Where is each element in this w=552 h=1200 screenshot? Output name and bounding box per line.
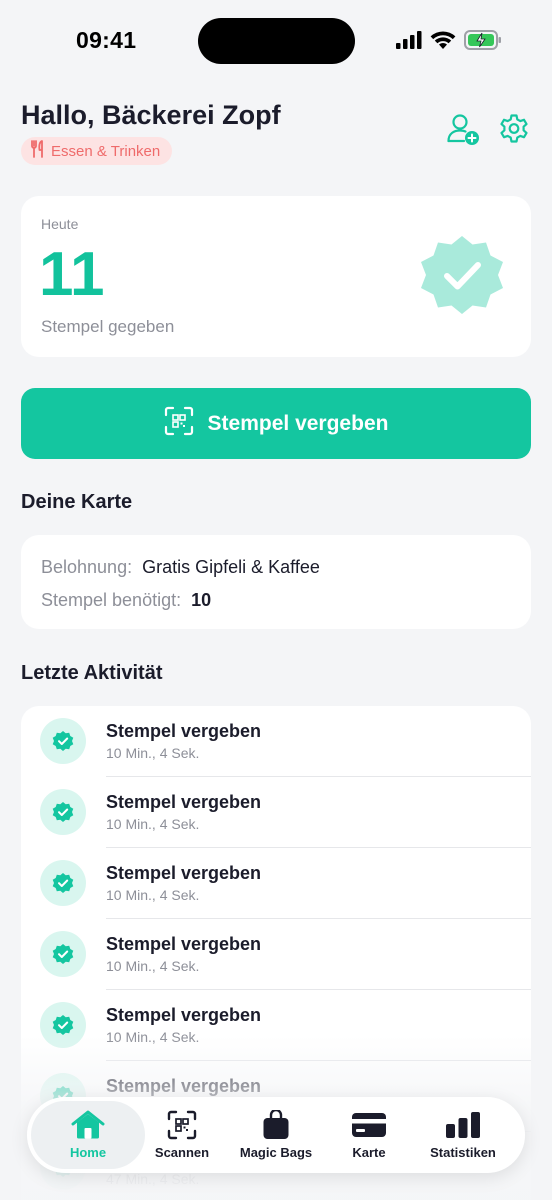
activity-title: Stempel vergeben bbox=[106, 792, 262, 812]
check-icon bbox=[40, 860, 86, 906]
stamps-required-value: 10 bbox=[191, 590, 212, 610]
today-subtitle: Stempel gegeben bbox=[41, 317, 175, 336]
bag-icon bbox=[262, 1110, 290, 1140]
activity-title: Stempel vergeben bbox=[106, 1076, 262, 1096]
today-stamp-count: 11 bbox=[39, 240, 105, 309]
activity-time: 10 Min., 4 Sek. bbox=[106, 816, 200, 832]
activity-title: Stempel vergeben bbox=[106, 721, 262, 741]
tab-home-label: Home bbox=[69, 1145, 107, 1160]
card-section-title: Deine Karte bbox=[21, 491, 133, 513]
tab-statistics[interactable]: Statistiken bbox=[413, 1101, 513, 1169]
page-title: Hallo, Bäckerei Zopf bbox=[21, 100, 281, 130]
gear-icon bbox=[498, 113, 530, 150]
tab-card-label: Karte bbox=[352, 1145, 386, 1160]
check-icon bbox=[40, 931, 86, 977]
tab-scan-label: Scannen bbox=[154, 1145, 210, 1160]
activity-item[interactable]: Stempel vergeben 10 Min., 4 Sek. bbox=[21, 919, 531, 990]
cutlery-icon bbox=[31, 140, 45, 162]
activity-item[interactable]: Stempel vergeben 10 Min., 4 Sek. bbox=[21, 706, 531, 777]
dynamic-island bbox=[198, 18, 355, 64]
today-label: Heute bbox=[41, 216, 79, 232]
qr-scan-icon bbox=[167, 1110, 197, 1140]
activity-title: Stempel vergeben bbox=[106, 1005, 262, 1025]
activity-item[interactable]: Stempel vergeben 10 Min., 4 Sek. bbox=[21, 777, 531, 848]
settings-button[interactable] bbox=[497, 113, 531, 150]
stamps-required-row: Stempel benötigt: 10 bbox=[41, 590, 211, 611]
qr-scan-icon bbox=[164, 406, 194, 442]
today-stats-card: Heute 11 Stempel gegeben bbox=[21, 196, 531, 357]
category-label: Essen & Trinken bbox=[51, 142, 161, 160]
add-user-button[interactable] bbox=[446, 112, 480, 151]
activity-item[interactable]: Stempel vergeben 10 Min., 4 Sek. bbox=[21, 848, 531, 919]
tab-card[interactable]: Karte bbox=[319, 1101, 419, 1169]
check-icon bbox=[40, 789, 86, 835]
battery-icon bbox=[464, 30, 502, 55]
check-icon bbox=[40, 718, 86, 764]
home-icon bbox=[71, 1110, 105, 1140]
card-icon bbox=[351, 1110, 387, 1140]
status-time: 09:41 bbox=[76, 27, 137, 53]
activity-title: Stempel vergeben bbox=[106, 863, 262, 883]
verified-badge-icon bbox=[419, 234, 505, 320]
give-stamp-label: Stempel vergeben bbox=[207, 411, 389, 435]
stamps-required-key: Stempel benötigt: bbox=[41, 590, 182, 610]
reward-value: Gratis Gipfeli & Kaffee bbox=[142, 557, 320, 577]
activity-time: 10 Min., 4 Sek. bbox=[106, 887, 200, 903]
activity-time: 10 Min., 4 Sek. bbox=[106, 1029, 200, 1045]
activity-section-title: Letzte Aktivität bbox=[21, 662, 163, 684]
give-stamp-button[interactable]: Stempel vergeben bbox=[21, 388, 531, 459]
tab-statistics-label: Statistiken bbox=[430, 1145, 496, 1160]
activity-time: 10 Min., 4 Sek. bbox=[106, 958, 200, 974]
status-bar: 09:41 bbox=[0, 0, 552, 84]
tab-scan[interactable]: Scannen bbox=[132, 1101, 232, 1169]
tab-magic-bags[interactable]: Magic Bags bbox=[226, 1101, 326, 1169]
tab-magic-bags-label: Magic Bags bbox=[239, 1145, 313, 1160]
tab-bar: Home Scannen Magic Bags Karte Statistike… bbox=[27, 1097, 525, 1173]
loyalty-card-info: Belohnung: Gratis Gipfeli & Kaffee Stemp… bbox=[21, 535, 531, 629]
bar-chart-icon bbox=[445, 1110, 481, 1140]
status-icons bbox=[396, 30, 502, 55]
reward-row: Belohnung: Gratis Gipfeli & Kaffee bbox=[41, 557, 320, 578]
reward-key: Belohnung: bbox=[41, 557, 133, 577]
signal-icon bbox=[396, 31, 422, 54]
tab-home[interactable]: Home bbox=[31, 1101, 145, 1169]
category-badge: Essen & Trinken bbox=[21, 137, 173, 165]
activity-time: 10 Min., 4 Sek. bbox=[106, 745, 200, 761]
activity-time: 47 Min., 4 Sek. bbox=[106, 1171, 200, 1187]
activity-item[interactable]: Stempel vergeben 10 Min., 4 Sek. bbox=[21, 990, 531, 1061]
wifi-icon bbox=[430, 30, 456, 55]
activity-title: Stempel vergeben bbox=[106, 934, 262, 954]
check-icon bbox=[40, 1002, 86, 1048]
add-user-icon bbox=[446, 112, 480, 151]
